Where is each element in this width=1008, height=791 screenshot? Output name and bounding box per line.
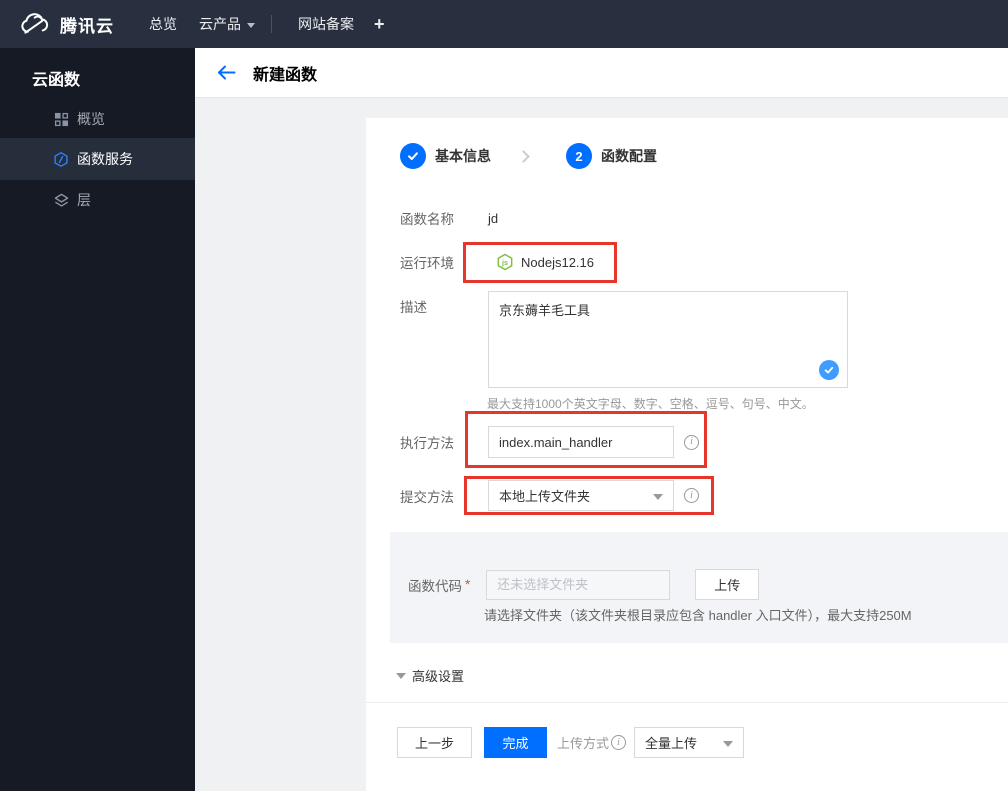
- nav-products-label: 云产品: [199, 16, 241, 32]
- submit-method-label: 提交方法: [400, 489, 454, 505]
- layers-icon: [53, 192, 69, 208]
- valid-check-icon: [819, 360, 839, 380]
- submit-method-row: 提交方法 本地上传文件夹: [400, 480, 699, 511]
- required-asterisk: *: [465, 577, 471, 592]
- nav-add-tab-button[interactable]: +: [374, 14, 385, 35]
- footer-divider: [366, 702, 1008, 703]
- submit-method-select[interactable]: 本地上传文件夹: [488, 480, 674, 511]
- description-textarea[interactable]: 京东薅羊毛工具: [488, 291, 848, 388]
- page-title: 新建函数: [253, 66, 318, 84]
- nav-item-beian[interactable]: 网站备案: [298, 14, 354, 34]
- function-name-row: 函数名称 jd: [400, 206, 498, 230]
- folder-path-input[interactable]: [486, 569, 671, 600]
- function-hexagon-icon: [53, 151, 69, 167]
- upload-mode-label: 上传方式: [557, 736, 610, 751]
- handler-info-icon[interactable]: [684, 434, 699, 450]
- step-2-number: 2: [566, 143, 592, 169]
- nav-item-overview[interactable]: 总览: [149, 14, 177, 34]
- step-chevron-icon: [517, 149, 530, 163]
- page-header: 新建函数: [195, 48, 1008, 98]
- grid-icon: [53, 111, 69, 127]
- step-1-label: 基本信息: [435, 148, 491, 164]
- function-name-label: 函数名称: [400, 212, 454, 227]
- submit-method-info-icon[interactable]: [684, 488, 699, 503]
- runtime-value: js Nodejs12.16: [496, 253, 594, 271]
- upload-button[interactable]: 上传: [695, 569, 760, 600]
- function-name-value: jd: [488, 210, 499, 226]
- upload-mode-select[interactable]: 全量上传: [634, 727, 745, 758]
- advanced-settings-toggle[interactable]: 高级设置: [396, 666, 464, 685]
- upload-mode-info-icon[interactable]: [611, 735, 627, 750]
- sidebar-item-label: 层: [77, 192, 91, 208]
- nav-divider: [271, 15, 272, 33]
- chevron-down-icon: [247, 22, 255, 28]
- step-1-completed-check-icon: [400, 143, 426, 169]
- sidebar-item-label: 概览: [77, 111, 105, 127]
- sidebar-item-label: 函数服务: [77, 151, 133, 167]
- footer-actions: 上一步 完成 上传方式 全量上传: [397, 727, 745, 758]
- function-code-label: 函数代码: [408, 578, 462, 594]
- triangle-down-icon: [396, 672, 406, 679]
- handler-label: 执行方法: [400, 436, 454, 451]
- brand[interactable]: 腾讯云: [18, 12, 114, 37]
- finish-button[interactable]: 完成: [484, 727, 547, 758]
- sidebar-item-layers[interactable]: 层: [0, 180, 195, 220]
- select-caret-icon: [653, 494, 663, 500]
- select-caret-icon: [723, 741, 734, 747]
- function-code-row: 函数代码 * 上传: [408, 569, 760, 600]
- runtime-row: 运行环境 js Nodejs12.16: [400, 250, 594, 274]
- handler-input[interactable]: [488, 426, 674, 458]
- description-row: 描述 京东薅羊毛工具: [400, 291, 848, 388]
- function-code-hint: 请选择文件夹（该文件夹根目录应包含 handler 入口文件），最大支持250M: [484, 608, 912, 623]
- runtime-label: 运行环境: [400, 256, 454, 271]
- sidebar-item-overview[interactable]: 概览: [0, 100, 195, 138]
- description-hint: 最大支持1000个英文字母、数字、空格、逗号、句号、中文。: [487, 397, 814, 411]
- sidebar: 云函数 概览 函数服务 层: [0, 48, 195, 791]
- submit-method-value: 本地上传文件夹: [499, 489, 591, 504]
- back-button[interactable]: [213, 60, 239, 86]
- brand-name: 腾讯云: [60, 16, 114, 36]
- stepper: 基本信息 2 函数配置: [400, 143, 657, 169]
- previous-step-button[interactable]: 上一步: [397, 727, 472, 758]
- top-navbar: 腾讯云 总览 云产品 网站备案 +: [0, 0, 1008, 48]
- tencent-cloud-logo-icon: [18, 12, 51, 36]
- sidebar-item-function-service[interactable]: 函数服务: [0, 138, 195, 180]
- advanced-settings-label: 高级设置: [412, 669, 465, 684]
- nodejs-icon: js: [496, 253, 514, 271]
- handler-row: 执行方法: [400, 426, 699, 458]
- tencent-cloud-console: 腾讯云 总览 云产品 网站备案 + 云函数 概览 函数服务 层 新建函数 基本信…: [0, 0, 1008, 791]
- svg-text:js: js: [501, 258, 508, 267]
- runtime-text: Nodejs12.16: [521, 254, 594, 270]
- function-code-section: 函数代码 * 上传 请选择文件夹（该文件夹根目录应包含 handler 入口文件…: [390, 532, 1008, 643]
- nav-item-products[interactable]: 云产品: [199, 14, 255, 34]
- sidebar-title: 云函数: [32, 72, 81, 89]
- description-label: 描述: [400, 300, 427, 315]
- step-2-label: 函数配置: [601, 148, 657, 164]
- upload-mode-value: 全量上传: [645, 736, 698, 751]
